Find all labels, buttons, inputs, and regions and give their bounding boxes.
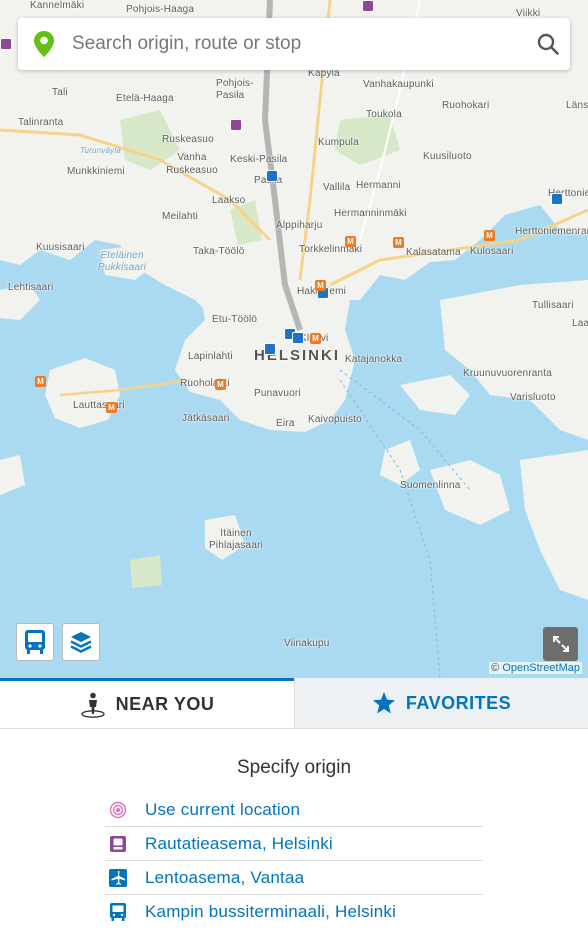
map-label: Katajanokka	[345, 354, 403, 365]
map-label: Ruskeasuo	[162, 134, 214, 145]
map-label: Munkkiniemi	[67, 166, 125, 177]
expand-icon	[552, 636, 569, 652]
app: Kannelmäki Pohjois-Haaga Käpylä Vanhakau…	[0, 0, 588, 933]
train-station-marker[interactable]	[362, 0, 374, 12]
map-label: Kuusisaari	[36, 242, 85, 253]
map-label: Laakso	[212, 195, 246, 206]
bus-stop-marker[interactable]	[292, 332, 304, 344]
map-label: Turunväylä	[80, 146, 121, 155]
map-label: Tali	[52, 87, 68, 98]
bus-icon	[105, 903, 145, 921]
metro-station-marker[interactable]: M	[35, 376, 46, 387]
map-label: Ruohokari	[442, 100, 490, 111]
origin-item-label: Lentoasema, Vantaa	[145, 867, 305, 887]
map-label: Kumpula	[318, 137, 359, 148]
toggle-stops-button[interactable]	[16, 623, 54, 661]
map-label: Viinakupu	[284, 638, 330, 649]
search-input[interactable]	[66, 33, 526, 55]
map-label: Etu-Töölö	[212, 314, 258, 325]
map-label: Varisluoto	[510, 392, 556, 403]
tab-favorites[interactable]: FAVORITES	[294, 678, 588, 728]
map-label: Kuusiluoto	[423, 151, 472, 162]
person-location-icon	[80, 692, 106, 718]
bus-icon	[25, 630, 45, 654]
map-label: Punavuori	[254, 388, 301, 399]
target-icon	[105, 801, 145, 819]
origin-item-kampin-bussiterminaali[interactable]: Kampin bussiterminaali, Helsinki	[105, 895, 483, 929]
map-label: Itäinen Pihlajasaari	[208, 528, 264, 551]
origin-item-rautatieasema[interactable]: Rautatieasema, Helsinki	[105, 827, 483, 861]
train-icon	[105, 835, 145, 853]
map-label: Eteläinen Pukkisaari	[97, 250, 147, 273]
map-attribution: © OpenStreetMap	[489, 662, 582, 674]
map-label: Toukola	[366, 109, 402, 120]
tab-near-you[interactable]: NEAR YOU	[0, 678, 294, 728]
origin-item-current-location[interactable]: Use current location	[105, 793, 483, 827]
star-icon	[372, 691, 396, 715]
metro-station-marker[interactable]: M	[315, 280, 326, 291]
map-label: Pohjois-Pasila	[216, 78, 254, 101]
map-layers-button[interactable]	[62, 623, 100, 661]
train-station-marker[interactable]	[230, 119, 242, 131]
map-label: Tullisaari	[532, 300, 574, 311]
origin-item-label: Use current location	[145, 799, 301, 819]
copyright-symbol: ©	[491, 662, 500, 674]
map-label: Etelä-Haaga	[116, 93, 174, 104]
map-label: Suomenlinna	[400, 480, 461, 491]
metro-station-marker[interactable]: M	[393, 237, 404, 248]
fullscreen-map-button[interactable]	[543, 627, 578, 661]
map-label: Talinranta	[18, 117, 64, 128]
location-pin-icon	[22, 18, 66, 70]
map-label: Länsi-Herttoniemi	[566, 100, 588, 111]
metro-station-marker[interactable]: M	[215, 379, 226, 390]
layers-icon	[70, 632, 92, 653]
map-label: Keski-Pasila	[230, 154, 288, 165]
specify-origin-heading: Specify origin	[236, 757, 352, 778]
tab-bar: NEAR YOU FAVORITES	[0, 678, 588, 729]
map-label: Lapinlahti	[188, 351, 233, 362]
search-button[interactable]	[526, 18, 570, 70]
train-station-marker[interactable]	[0, 38, 12, 50]
map-label: Hermanninmäki	[334, 208, 407, 219]
origin-suggestions: Use current location Rautatieasema, Hels…	[105, 793, 483, 929]
map-label: Vallila	[323, 182, 351, 193]
bus-stop-marker[interactable]	[264, 343, 276, 355]
metro-station-marker[interactable]: M	[484, 230, 495, 241]
map-label: Alppiharju	[276, 220, 323, 231]
origin-item-label: Rautatieasema, Helsinki	[145, 833, 333, 853]
map-label: Kannelmäki	[30, 0, 85, 11]
metro-station-marker[interactable]: M	[106, 402, 117, 413]
map-label: Jätkäsaari	[182, 413, 230, 424]
map-label: Taka-Töölö	[193, 246, 245, 257]
metro-station-marker[interactable]: M	[310, 333, 321, 344]
map-label: Meilahti	[162, 211, 199, 222]
map-label: Eira	[276, 418, 295, 429]
search-bar	[18, 18, 570, 70]
map-label: Hermanni	[356, 180, 401, 191]
map-label: Kaivopuisto	[308, 414, 362, 425]
map-label: Herttoniemenranta	[515, 226, 588, 237]
map-label: Lehtisaari	[8, 282, 54, 293]
bus-stop-marker[interactable]	[551, 193, 563, 205]
tab-near-you-label: NEAR YOU	[115, 694, 215, 714]
map[interactable]: Kannelmäki Pohjois-Haaga Käpylä Vanhakau…	[0, 0, 588, 678]
map-label: Kalasatama	[406, 247, 461, 258]
openstreetmap-link[interactable]: OpenStreetMap	[502, 662, 580, 674]
tab-favorites-label: FAVORITES	[405, 692, 512, 713]
map-label: Kulosaari	[470, 246, 514, 257]
origin-item-lentoasema[interactable]: Lentoasema, Vantaa	[105, 861, 483, 895]
map-label: Pohjois-Haaga	[126, 4, 195, 15]
map-label: Vanhakaupunki	[363, 79, 434, 90]
origin-item-label: Kampin bussiterminaali, Helsinki	[145, 902, 397, 921]
bus-stop-marker[interactable]	[266, 170, 278, 182]
airplane-icon	[105, 868, 145, 887]
map-label: Vanha Ruskeasuo	[166, 152, 218, 176]
search-icon	[537, 33, 559, 55]
map-label: Kruunuvuorenranta	[463, 368, 553, 379]
metro-station-marker[interactable]: M	[345, 236, 356, 247]
map-label: Laajasalo	[572, 318, 588, 329]
